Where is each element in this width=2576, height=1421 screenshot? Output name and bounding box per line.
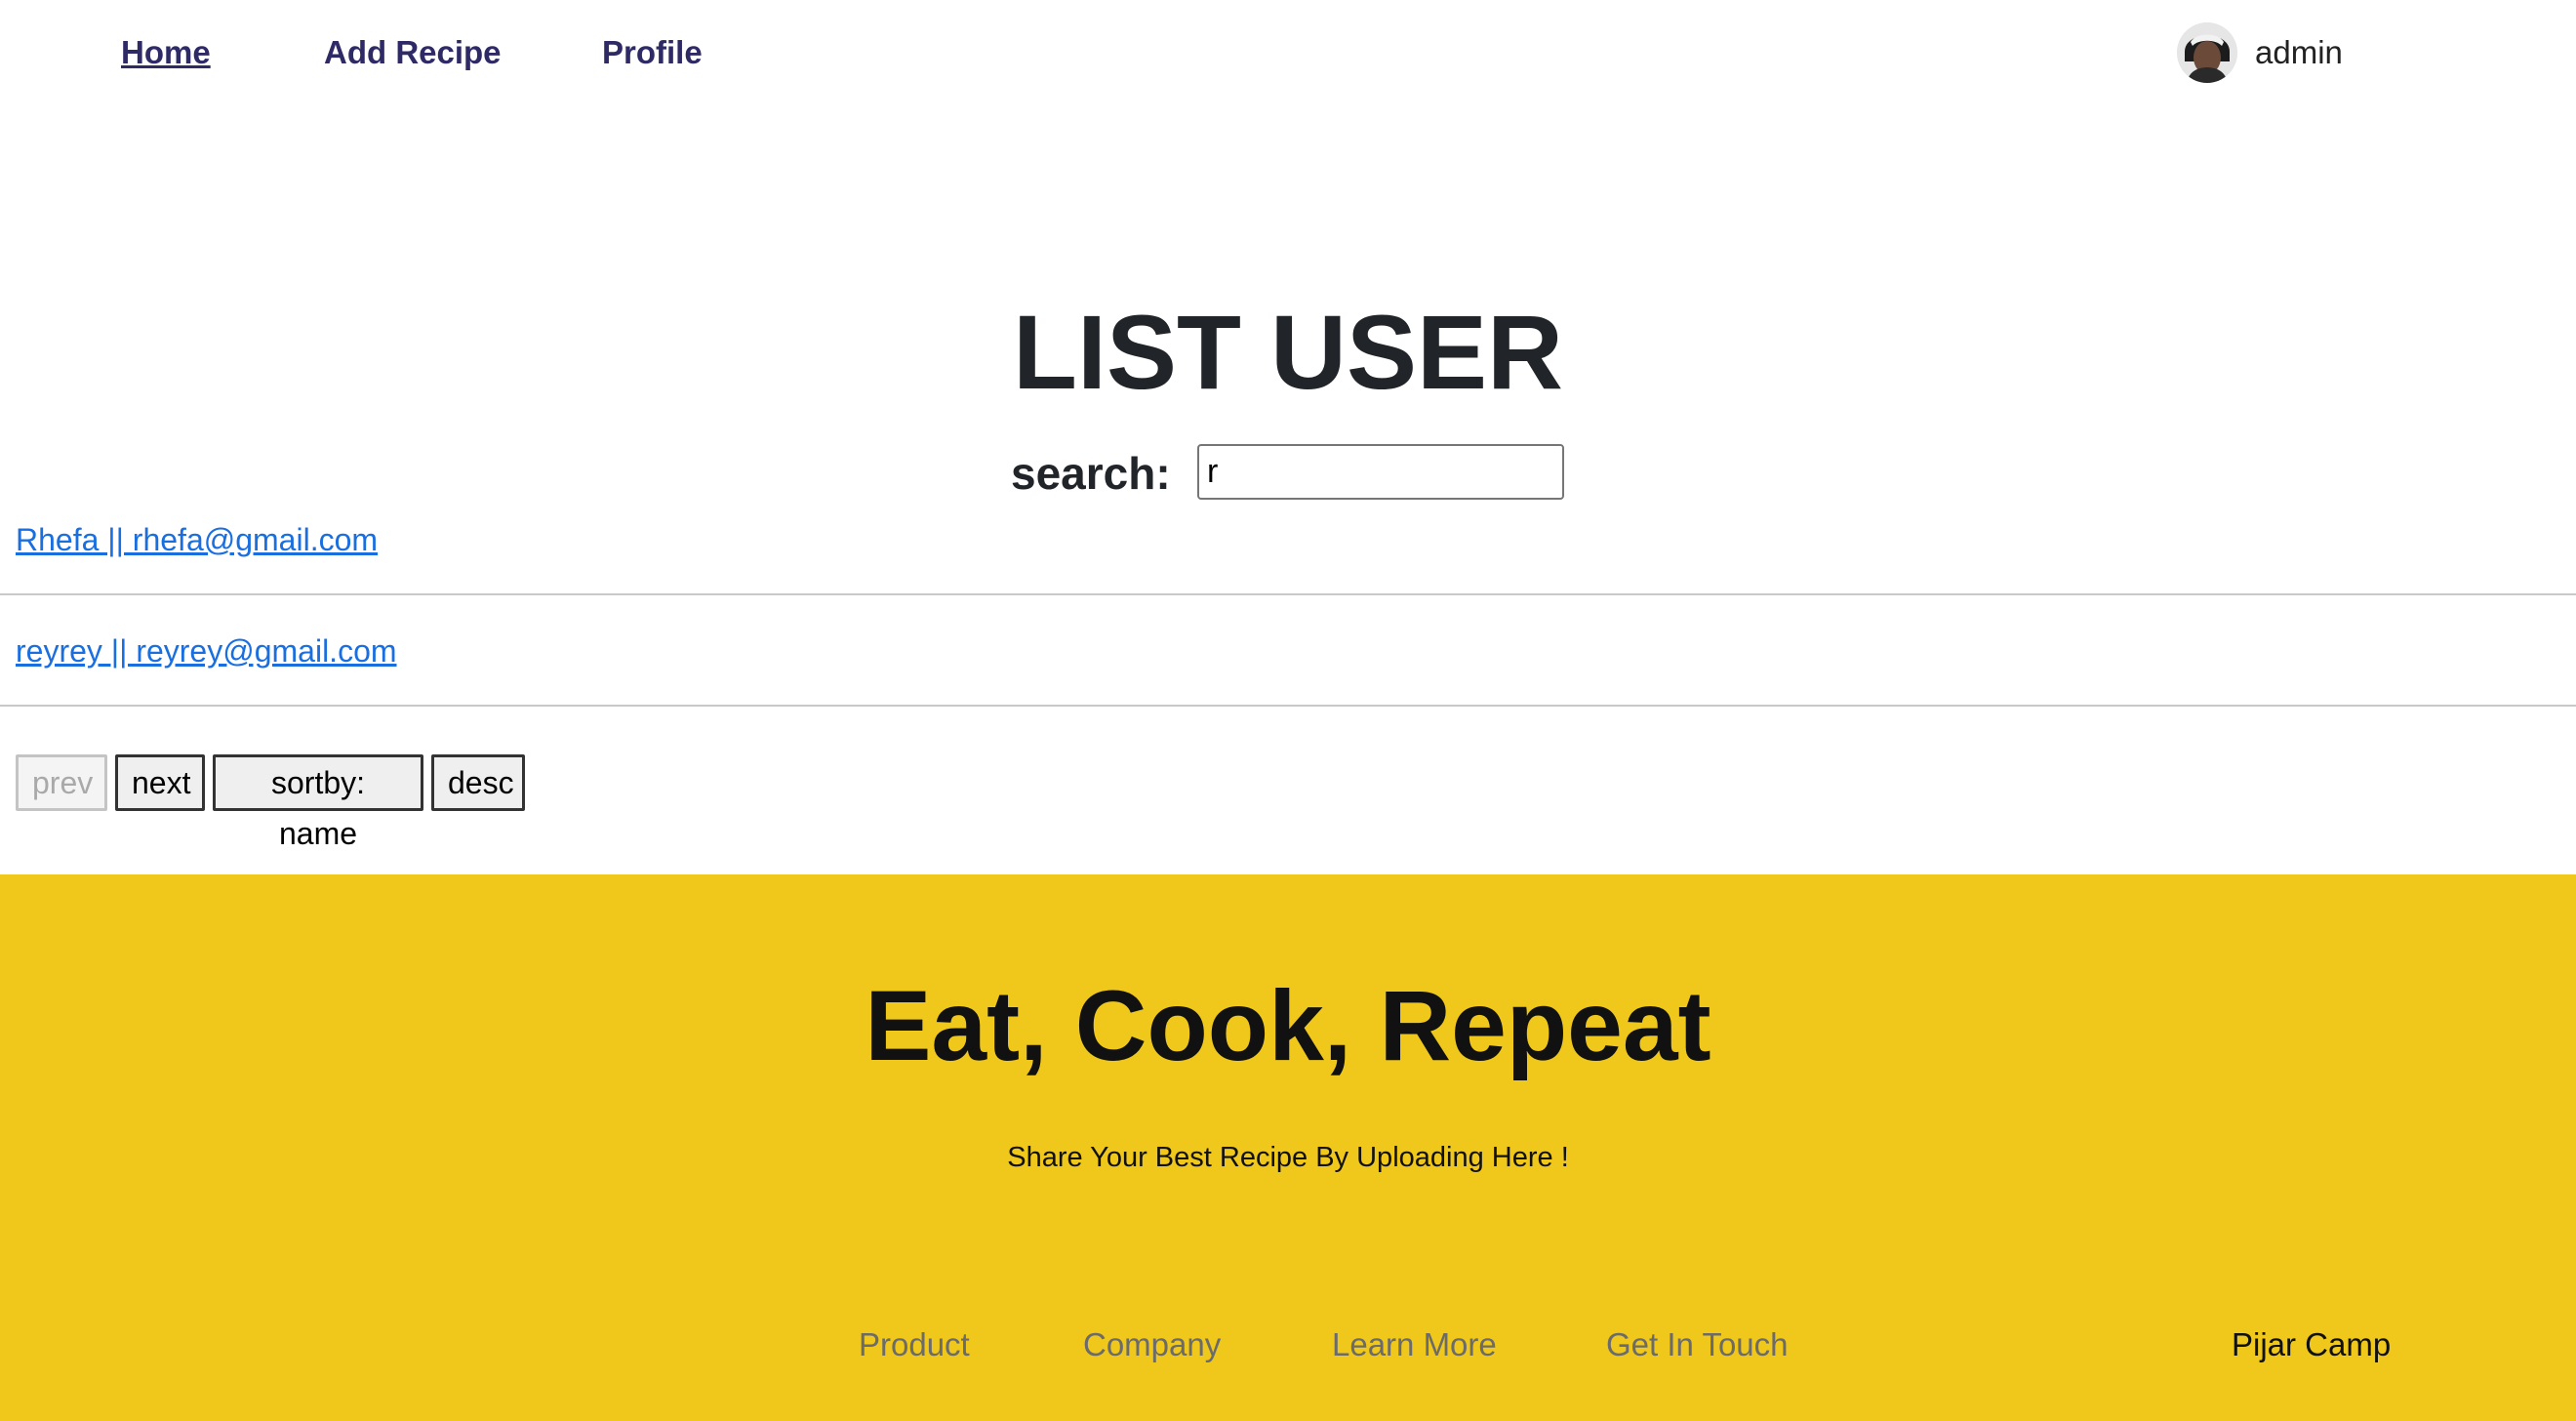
footer-brand: Pijar Camp — [2232, 1326, 2392, 1362]
user-list-item[interactable]: reyrey || reyrey@gmail.com — [16, 631, 397, 670]
footer-title: Eat, Cook, Repeat — [865, 970, 1711, 1081]
sort-by-button[interactable]: sortby: name — [213, 754, 423, 851]
footer-link-get-in-touch[interactable]: Get In Touch — [1606, 1325, 1789, 1364]
nav-link-add-recipe[interactable]: Add Recipe — [324, 33, 502, 72]
footer-link-company[interactable]: Company — [1083, 1325, 1221, 1364]
user-name[interactable]: admin — [2255, 33, 2343, 72]
nav-link-profile[interactable]: Profile — [602, 33, 703, 72]
user-avatar-icon[interactable] — [2177, 22, 2237, 83]
footer-subtitle: Share Your Best Recipe By Uploading Here… — [1007, 1142, 1569, 1173]
sort-order-button[interactable]: desc — [431, 754, 525, 811]
divider — [0, 705, 2576, 707]
footer: Eat, Cook, Repeat Share Your Best Recipe… — [0, 874, 2576, 1421]
nav-link-home[interactable]: Home — [121, 33, 211, 72]
footer-link-learn-more[interactable]: Learn More — [1332, 1325, 1497, 1364]
user-list-item[interactable]: Rhefa || rhefa@gmail.com — [16, 520, 378, 559]
footer-link-product[interactable]: Product — [859, 1325, 970, 1364]
prev-button[interactable]: prev — [16, 754, 107, 811]
page-title: LIST USER — [1012, 293, 1564, 411]
next-button[interactable]: next — [115, 754, 205, 811]
search-input[interactable] — [1197, 444, 1564, 500]
navbar: Home Add Recipe Profile admin — [0, 0, 2576, 107]
divider — [0, 593, 2576, 595]
search-label: search: — [1011, 448, 1171, 499]
